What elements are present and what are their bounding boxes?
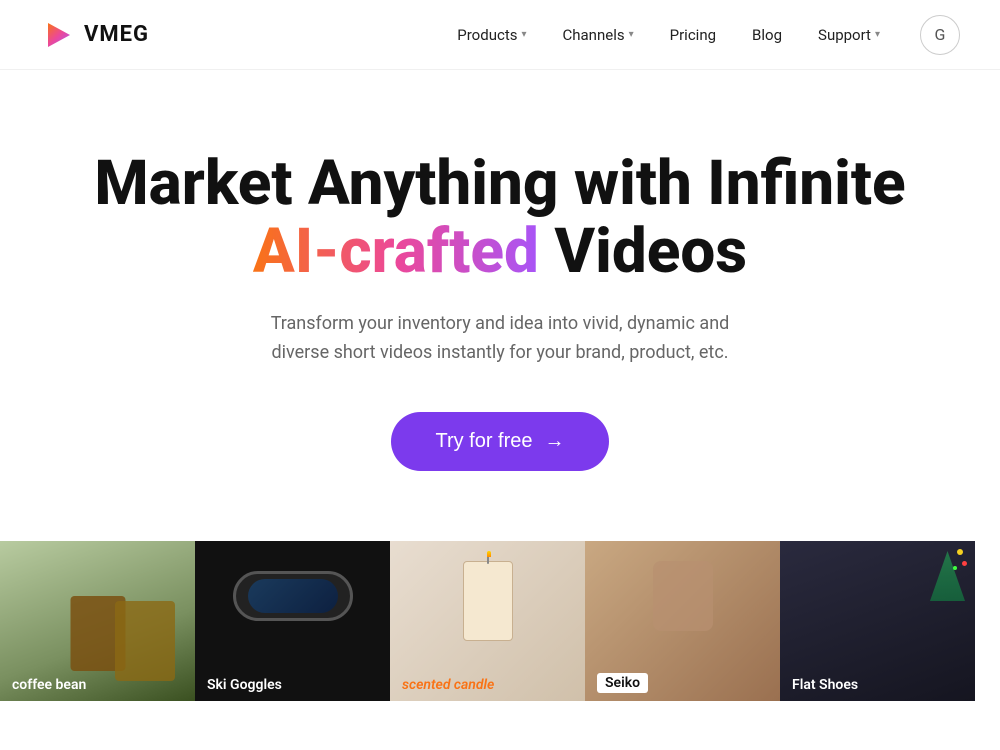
video-card-candle[interactable]: scented candle [390, 541, 585, 701]
logo-icon [40, 17, 76, 53]
video-cards-row: coffee bean Ski Goggles scented candle S… [0, 541, 1000, 701]
hero-title-line2: Videos [539, 215, 747, 288]
nav-channels-label: Channels [563, 26, 625, 44]
card-label-shoes: Flat Shoes [780, 669, 975, 701]
nav-channels-chevron: ▾ [629, 29, 634, 40]
hero-title-ai: AI-crafted [253, 215, 539, 288]
logo-area[interactable]: VMEG [40, 17, 149, 53]
nav-item-support[interactable]: Support ▾ [818, 26, 880, 44]
card-label-coffee: coffee bean [0, 669, 195, 701]
nav-cta-button[interactable]: G [920, 15, 960, 55]
nav-support-chevron: ▾ [875, 29, 880, 40]
nav-products-chevron: ▾ [521, 29, 526, 40]
card-label-seiko: Seiko [585, 665, 780, 701]
nav-item-products[interactable]: Products ▾ [457, 26, 526, 44]
try-for-free-button[interactable]: Try for free → [391, 412, 608, 471]
hero-title: Market Anything with Infinite AI-crafted… [94, 150, 905, 286]
cta-button-label: Try for free [435, 430, 532, 453]
nav-blog-label: Blog [752, 26, 782, 44]
cta-arrow-icon: → [545, 430, 565, 453]
video-card-goggles[interactable]: Ski Goggles [195, 541, 390, 701]
nav-pricing-label: Pricing [670, 26, 716, 44]
nav-item-pricing[interactable]: Pricing [670, 26, 716, 44]
hero-title-line1: Market Anything with Infinite [94, 147, 905, 220]
hero-section: Market Anything with Infinite AI-crafted… [0, 70, 1000, 531]
nav-support-label: Support [818, 26, 871, 44]
video-card-coffee[interactable]: coffee bean [0, 541, 195, 701]
logo-text: VMEG [84, 22, 149, 47]
video-card-shoes[interactable]: Flat Shoes [780, 541, 975, 701]
card-label-goggles: Ski Goggles [195, 669, 390, 701]
hero-subtitle: Transform your inventory and idea into v… [260, 310, 740, 368]
nav-item-channels[interactable]: Channels ▾ [563, 26, 634, 44]
nav-item-blog[interactable]: Blog [752, 26, 782, 44]
navbar: VMEG Products ▾ Channels ▾ Pricing Blog … [0, 0, 1000, 70]
card-label-candle: scented candle [390, 669, 585, 701]
video-card-seiko[interactable]: Seiko [585, 541, 780, 701]
nav-links: Products ▾ Channels ▾ Pricing Blog Suppo… [457, 26, 880, 44]
nav-products-label: Products [457, 26, 517, 44]
nav-cta-icon: G [935, 25, 946, 44]
